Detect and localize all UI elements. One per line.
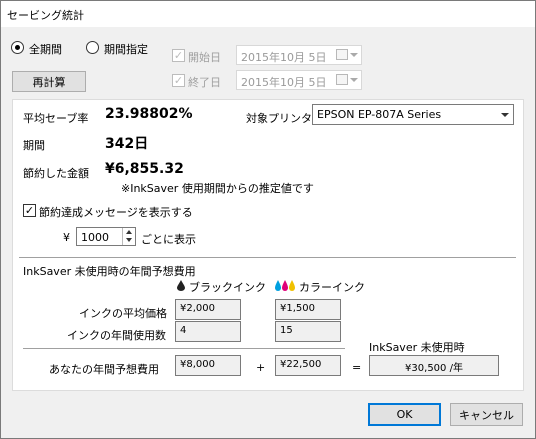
chevron-down-icon	[501, 113, 509, 117]
plus-sign: +	[256, 361, 266, 374]
color-cost-value: ¥22,500	[280, 359, 322, 370]
saving-rate-value: 23.98802%	[105, 106, 193, 122]
ok-button[interactable]: OK	[368, 403, 441, 426]
estimate-section-title: InkSaver 未使用時の年間予想費用	[23, 265, 196, 278]
saving-rate-label: 平均セーブ率	[23, 112, 89, 125]
custom-period-radio[interactable]	[86, 41, 99, 54]
interval-value: 1000	[81, 231, 109, 244]
interval-stepper[interactable]: 1000	[76, 227, 136, 246]
black-count-field: 4	[175, 321, 241, 342]
currency-symbol: ¥	[63, 231, 70, 244]
color-count-value: 15	[280, 325, 293, 336]
all-period-label: 全期間	[29, 43, 62, 56]
all-period-radio[interactable]	[11, 41, 24, 54]
color-cost-field: ¥22,500	[275, 355, 341, 376]
black-cost-value: ¥8,000	[180, 359, 215, 370]
black-ink-drop-icon	[177, 280, 185, 291]
saved-amount-label: 節約した金額	[23, 167, 89, 180]
total-cost-value: ¥30,500 /年	[405, 363, 463, 374]
annual-cost-label: あなたの年間予想費用	[49, 363, 159, 376]
saved-amount-value: ¥6,855.32	[105, 161, 184, 177]
black-cost-field: ¥8,000	[175, 355, 241, 376]
totals-divider	[23, 348, 345, 349]
total-cost-field: ¥30,500 /年	[369, 355, 499, 376]
end-date-value: 2015年10月 5日	[241, 76, 327, 89]
title-bar: セービング統計	[1, 1, 535, 27]
custom-period-label: 期間指定	[104, 43, 148, 56]
increment-arrow-icon[interactable]	[126, 230, 132, 234]
color-ink-drops-icon	[275, 280, 295, 291]
printer-label: 対象プリンタ	[246, 112, 312, 125]
color-avg-price-field: ¥1,500	[275, 299, 341, 320]
start-date-checkbox[interactable]: ✓	[172, 49, 185, 62]
show-message-checkbox[interactable]: ✓	[23, 204, 36, 217]
stepper-buttons[interactable]	[122, 228, 135, 245]
calendar-icon	[336, 74, 348, 85]
saving-statistics-dialog: セービング統計 全期間 期間指定 ✓ 開始日 2015年10月 5日 再計算 ✓…	[0, 0, 536, 439]
window-title: セービング統計	[7, 9, 84, 22]
chevron-down-icon	[350, 78, 358, 82]
printer-select[interactable]: EPSON EP-807A Series	[312, 104, 514, 125]
chevron-down-icon	[350, 53, 358, 57]
cancel-button[interactable]: キャンセル	[450, 403, 523, 426]
printer-select-value: EPSON EP-807A Series	[317, 108, 442, 121]
interval-suffix: ごとに表示	[141, 233, 196, 246]
without-inksaver-label: InkSaver 未使用時	[369, 341, 465, 354]
decrement-arrow-icon[interactable]	[126, 238, 132, 242]
recalculate-button[interactable]: 再計算	[12, 71, 86, 92]
color-avg-price-value: ¥1,500	[280, 303, 315, 314]
period-label: 期間	[23, 139, 45, 152]
equals-sign: =	[352, 361, 362, 374]
black-count-value: 4	[180, 325, 187, 336]
annual-count-label: インクの年間使用数	[67, 329, 166, 342]
calendar-icon	[336, 49, 348, 60]
black-avg-price-value: ¥2,000	[180, 303, 215, 314]
estimate-note: ※InkSaver 使用期間からの推定値です	[121, 182, 314, 195]
show-message-label: 節約達成メッセージを表示する	[39, 206, 193, 219]
black-avg-price-field: ¥2,000	[175, 299, 241, 320]
black-ink-header: ブラックインク	[189, 281, 266, 294]
section-divider	[19, 257, 516, 258]
color-ink-header: カラーインク	[299, 281, 365, 294]
start-date-label: 開始日	[188, 51, 221, 64]
end-date-label: 終了日	[188, 76, 221, 89]
color-count-field: 15	[275, 321, 341, 342]
end-date-checkbox[interactable]: ✓	[172, 74, 185, 87]
avg-price-label: インクの平均価格	[79, 307, 167, 320]
start-date-value: 2015年10月 5日	[241, 51, 327, 64]
period-value: 342日	[105, 136, 149, 152]
